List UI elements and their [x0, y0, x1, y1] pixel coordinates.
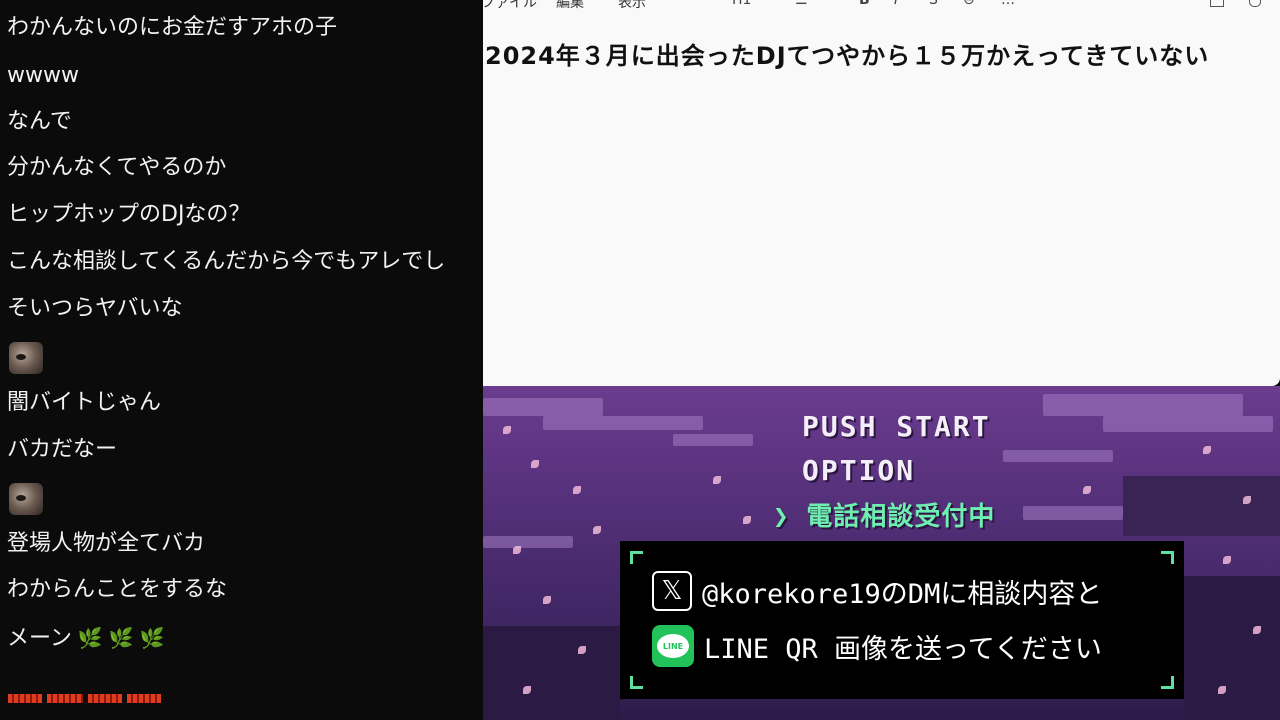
line-qr-line: LINE LINE QR 画像を送ってください — [652, 625, 1102, 667]
comment-icon[interactable] — [1210, 0, 1224, 7]
leaf-icon: 🌿 — [139, 626, 165, 650]
emote-strip — [47, 694, 83, 703]
pixel-tree — [1123, 476, 1280, 536]
dm-instruction-box: 𝕏 @korekore19のDMに相談内容と LINE LINE QR 画像を送… — [620, 541, 1184, 699]
line-logo-icon: LINE — [652, 625, 694, 667]
note-text[interactable]: 2024年３月に出会ったDJてつやから１５万かえってきていない — [485, 36, 1209, 71]
phone-consult-text: 電話相談受付中 — [806, 502, 996, 532]
pixel-cloud — [1103, 416, 1273, 432]
chat-message: なんで — [7, 109, 72, 134]
emote-strip — [8, 694, 42, 703]
pixel-cloud — [483, 398, 603, 416]
menu-bar: ファイル 編集 表示 H1 ☰ B I S ⊖ … — [483, 0, 1280, 14]
italic-button[interactable]: I — [894, 0, 898, 8]
pixel-cloud — [1003, 450, 1113, 462]
frame-corner — [1161, 676, 1174, 689]
monkey-avatar-icon — [9, 483, 43, 515]
chat-message: わかんないのにお金だすアホの子 — [7, 15, 338, 40]
sakura-petal — [578, 646, 586, 654]
sakura-petal — [593, 526, 601, 534]
chat-message: 闇バイトじゃん — [7, 390, 162, 415]
leaf-icon: 🌿 — [108, 626, 134, 650]
chat-message: わからんことをするな — [7, 577, 228, 602]
list-button[interactable]: ☰ — [795, 0, 808, 8]
more-button[interactable]: … — [1001, 0, 1015, 8]
chat-message-text: メーン — [7, 626, 72, 651]
chat-message-partial: ー — [140, 707, 160, 720]
notepad-window: ファイル 編集 表示 H1 ☰ B I S ⊖ … 2024年３月に出会ったDJ… — [483, 0, 1280, 386]
sakura-petal — [531, 460, 539, 468]
push-start-label[interactable]: PUSH START — [802, 410, 991, 443]
sakura-petal — [1218, 686, 1226, 694]
leaf-icon: 🌿 — [77, 626, 103, 650]
sakura-petal — [1223, 556, 1231, 564]
chat-message: そいつらヤバいな — [7, 296, 183, 321]
sakura-petal — [713, 476, 721, 484]
line-qr-text: LINE QR 画像を送ってください — [704, 633, 1102, 665]
monkey-avatar-icon — [9, 342, 43, 374]
arrow-icon: ❯ — [773, 502, 790, 532]
frame-corner — [1161, 551, 1174, 564]
settings-icon[interactable] — [1249, 0, 1261, 7]
emote-strip — [88, 694, 122, 703]
strikethrough-button[interactable]: S — [929, 0, 938, 8]
pixel-tree — [483, 626, 620, 720]
link-button[interactable]: ⊖ — [963, 0, 975, 8]
x-dm-line: 𝕏 @korekore19のDMに相談内容と — [652, 571, 1102, 611]
chat-panel: わかんないのにお金だすアホの子 wwww なんで 分かんなくてやるのか ヒップホ… — [0, 0, 483, 720]
chat-message: メーン 🌿 🌿 🌿 — [7, 623, 165, 654]
emote-strip — [127, 694, 161, 703]
pixel-cloud — [483, 536, 573, 548]
chat-message: ヒップホップのDJなの？ — [7, 202, 251, 227]
frame-corner — [630, 676, 643, 689]
chat-message: 分かんなくてやるのか — [7, 155, 227, 180]
sakura-petal — [513, 546, 521, 554]
sakura-petal — [743, 516, 751, 524]
pixel-cloud — [1043, 394, 1243, 416]
sakura-petal — [543, 596, 551, 604]
pixel-tree — [1184, 576, 1280, 720]
sakura-petal — [1203, 446, 1211, 454]
chat-message: wwww — [7, 63, 79, 88]
sakura-petal — [523, 686, 531, 694]
phone-consult-label: ❯ 電話相談受付中 — [773, 496, 995, 533]
frame-corner — [630, 551, 643, 564]
option-label[interactable]: OPTION — [802, 454, 915, 487]
heading-button[interactable]: H1 — [732, 0, 751, 8]
menu-view[interactable]: 表示 — [618, 0, 646, 12]
sakura-petal — [1253, 626, 1261, 634]
sakura-petal — [1083, 486, 1091, 494]
menu-file[interactable]: ファイル — [483, 0, 537, 12]
pixel-cloud — [673, 434, 753, 446]
sakura-petal — [503, 426, 511, 434]
chat-message: 登場人物が全てバカ — [7, 531, 206, 556]
x-logo-icon: 𝕏 — [652, 571, 692, 611]
stream-overlay: PUSH START OPTION ❯ 電話相談受付中 𝕏 @korekore1… — [483, 386, 1280, 720]
chat-message: こんな相談してくるんだから今でもアレでし — [7, 249, 446, 274]
pixel-cloud — [543, 416, 703, 430]
chat-message: バカだなー — [7, 437, 118, 462]
x-dm-text: @korekore19のDMに相談内容と — [702, 578, 1103, 610]
sakura-petal — [573, 486, 581, 494]
menu-edit[interactable]: 編集 — [556, 0, 584, 12]
bold-button[interactable]: B — [859, 0, 870, 8]
sakura-petal — [1243, 496, 1251, 504]
pixel-cloud — [1023, 506, 1123, 520]
